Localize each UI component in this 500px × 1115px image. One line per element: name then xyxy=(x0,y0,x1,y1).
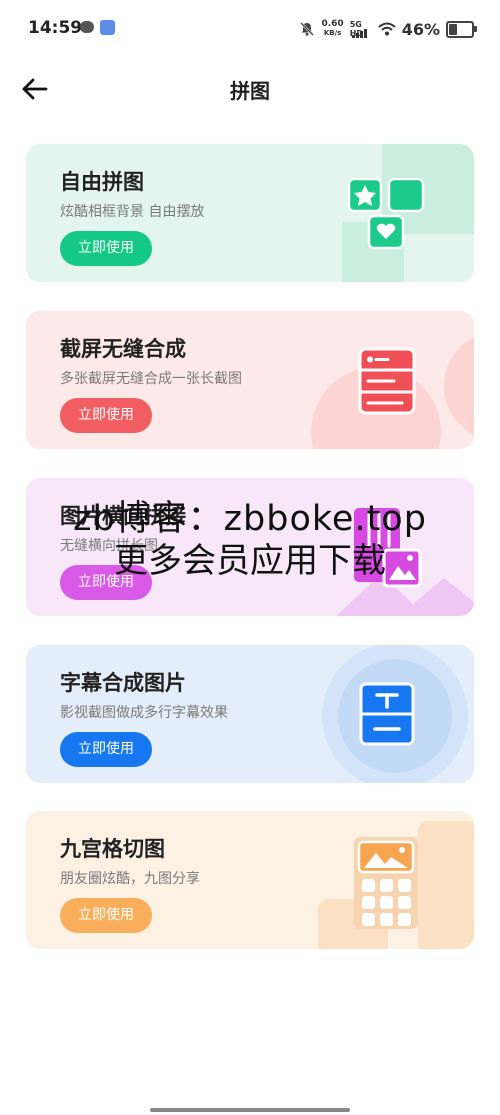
subtitle-icon xyxy=(359,682,415,746)
wifi-icon xyxy=(378,22,396,36)
card-title: 截屏无缝合成 xyxy=(60,337,186,361)
battery-percent: 46% xyxy=(401,19,440,39)
app-notification-icon xyxy=(100,20,115,35)
horizontal-stitch-icon xyxy=(354,508,422,588)
card-horizontal-stitch[interactable]: 图片横向拼接 无缝横向拼长图 立即使用 xyxy=(26,478,474,616)
card-long-screenshot[interactable]: 截屏无缝合成 多张截屏无缝合成一张长截图 立即使用 xyxy=(26,311,474,449)
use-now-button[interactable]: 立即使用 xyxy=(60,898,152,933)
use-now-button[interactable]: 立即使用 xyxy=(60,231,152,266)
card-subtitle: 影视截图做成多行字幕效果 xyxy=(60,705,228,721)
status-bar: 14:59 0.60 KB/s 5G HD 46% xyxy=(0,0,500,60)
mute-bell-icon xyxy=(300,22,315,36)
use-now-button[interactable]: 立即使用 xyxy=(60,398,152,433)
card-free-collage[interactable]: 自由拼图 炫酷相框背景 自由摆放 立即使用 xyxy=(26,144,474,282)
use-now-button[interactable]: 立即使用 xyxy=(60,732,152,767)
use-now-button[interactable]: 立即使用 xyxy=(60,565,152,600)
speed-unit: KB/s xyxy=(323,29,342,37)
nine-grid-icon xyxy=(354,837,418,929)
card-title: 字幕合成图片 xyxy=(60,671,186,695)
status-time: 14:59 xyxy=(28,18,83,38)
card-title: 九宫格切图 xyxy=(60,837,165,861)
message-notification-icon xyxy=(80,21,94,33)
long-screenshot-icon xyxy=(358,347,416,415)
card-nine-grid[interactable]: 九宫格切图 朋友圈炫酷，九图分享 立即使用 xyxy=(26,811,474,949)
network-speed: 0.60 KB/s xyxy=(321,20,343,38)
free-collage-icon xyxy=(348,178,425,250)
card-subtitle: 无缝横向拼长图 xyxy=(60,538,158,554)
signal-icon: 5G HD xyxy=(350,20,372,38)
card-subtitle: 朋友圈炫酷，九图分享 xyxy=(60,871,200,887)
card-title: 自由拼图 xyxy=(60,170,144,194)
card-subtitle-image[interactable]: 字幕合成图片 影视截图做成多行字幕效果 立即使用 xyxy=(26,645,474,783)
card-subtitle: 炫酷相框背景 自由摆放 xyxy=(60,204,205,220)
speed-value: 0.60 xyxy=(321,19,344,29)
battery-icon xyxy=(446,20,477,38)
page-title: 拼图 xyxy=(230,79,270,103)
home-indicator[interactable] xyxy=(150,1108,350,1112)
card-subtitle: 多张截屏无缝合成一张长截图 xyxy=(60,371,242,387)
card-title: 图片横向拼接 xyxy=(60,504,186,528)
